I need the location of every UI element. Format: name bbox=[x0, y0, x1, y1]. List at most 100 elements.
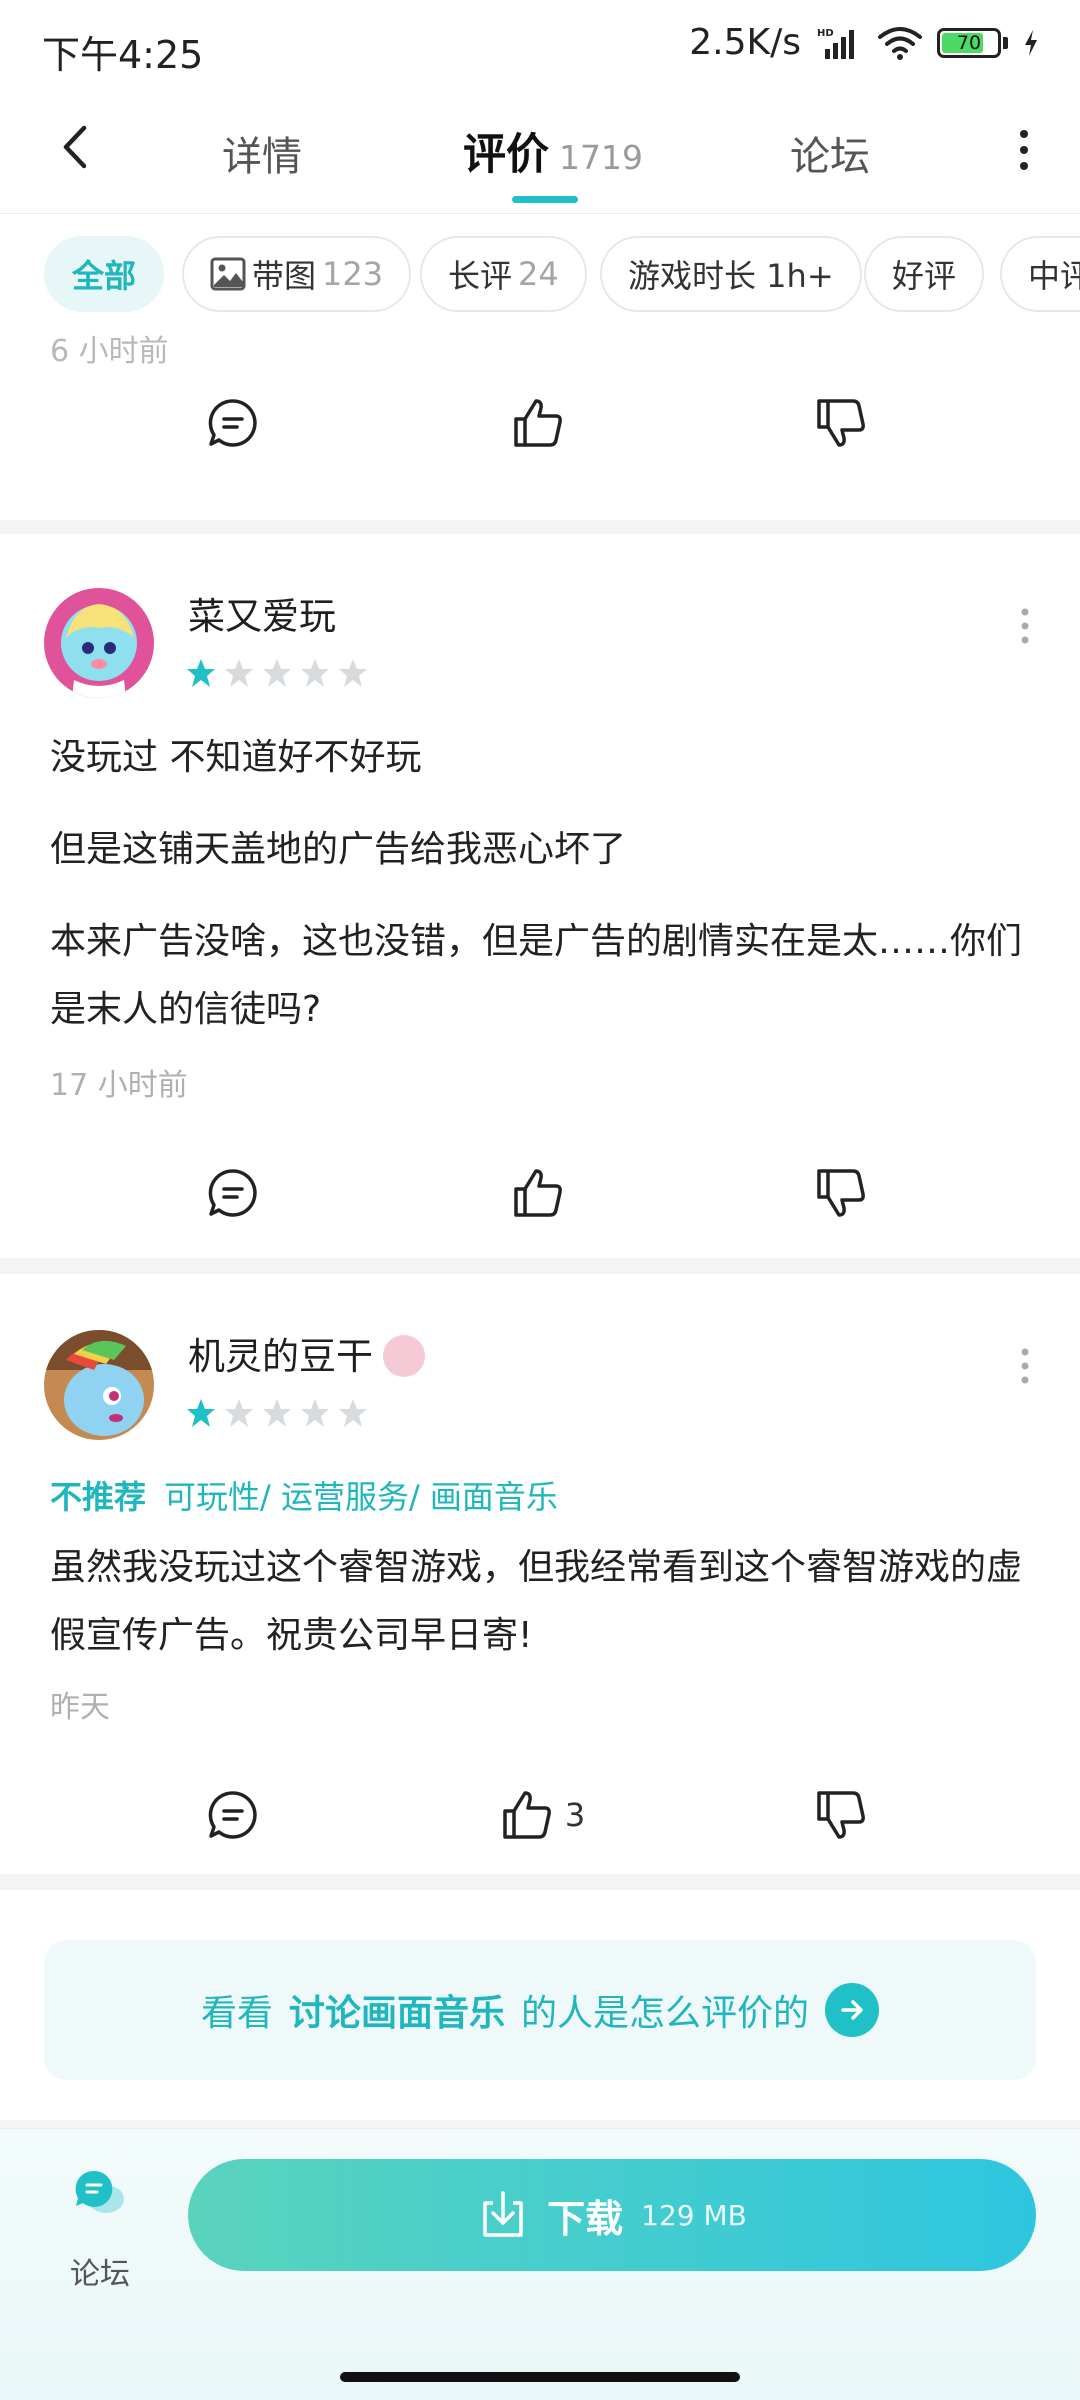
rating-stars bbox=[186, 1398, 368, 1428]
download-size: 129 MB bbox=[641, 2198, 747, 2232]
download-label: 下载 bbox=[547, 2196, 624, 2241]
avatar[interactable] bbox=[44, 1330, 154, 1440]
review-paragraph: 但是这铺天盖地的广告给我恶心坏了 bbox=[50, 829, 627, 870]
forum-label: 论坛 bbox=[70, 2257, 130, 2292]
avatar-image bbox=[44, 1330, 154, 1440]
forum-chat-icon bbox=[75, 2170, 124, 2213]
thumbs-up-icon bbox=[503, 1791, 551, 1839]
review-actions: 3 bbox=[0, 1770, 1080, 1860]
review-paragraph: 本来广告没啥，这也没错，但是广告的剧情实在是太……你们是末人的信徒吗? bbox=[50, 921, 1023, 1030]
star-icon bbox=[339, 659, 367, 687]
thumbs-down-icon bbox=[817, 399, 865, 447]
wifi-icon bbox=[878, 26, 922, 60]
review-count: 1719 bbox=[559, 138, 643, 177]
dislike-button[interactable] bbox=[808, 378, 874, 468]
username[interactable]: 菜又爱玩 bbox=[188, 586, 336, 640]
status-icons: 2.5K/s HD 70 bbox=[689, 22, 1040, 63]
forum-button[interactable]: 论坛 bbox=[50, 2169, 150, 2292]
like-button[interactable] bbox=[505, 1148, 571, 1238]
filter-chip-label: 全部 bbox=[72, 257, 137, 295]
tab-reviews-label: 评价 bbox=[463, 130, 549, 180]
battery-tip bbox=[1003, 36, 1008, 49]
review-paragraph: 虽然我没玩过这个睿智游戏，但我经常看到这个睿智游戏的虚假宣传广告。祝贵公司早日寄… bbox=[50, 1547, 1023, 1656]
card-more-icon[interactable] bbox=[1018, 606, 1032, 646]
thumbs-up-icon bbox=[514, 399, 562, 447]
filter-chip-all[interactable]: 全部 bbox=[44, 236, 165, 312]
network-speed: 2.5K/s bbox=[689, 22, 801, 63]
star-icon bbox=[263, 1399, 291, 1427]
review-card: 机灵的豆干 不推荐 可玩性/ 运营服务/ 画面音乐 虽然我没玩过这个睿智游戏，但我… bbox=[0, 1274, 1080, 1874]
like-button[interactable] bbox=[505, 378, 571, 468]
battery-icon: 70 bbox=[937, 27, 1001, 58]
comment-button[interactable] bbox=[200, 1770, 266, 1860]
review-tags: 不推荐 可玩性/ 运营服务/ 画面音乐 bbox=[50, 1472, 558, 1518]
more-menu-icon[interactable] bbox=[1016, 128, 1032, 172]
review-body: 虽然我没玩过这个睿智游戏，但我经常看到这个睿智游戏的虚假宣传广告。祝贵公司早日寄… bbox=[50, 1534, 1030, 1694]
review-paragraph: 没玩过 不知道好不好玩 bbox=[50, 737, 422, 778]
comment-icon bbox=[208, 399, 257, 447]
active-tab-indicator bbox=[512, 196, 578, 203]
star-icon bbox=[225, 659, 253, 687]
username[interactable]: 机灵的豆干 bbox=[188, 1326, 425, 1380]
filter-chip-count: 24 bbox=[518, 255, 559, 293]
post-time: 昨天 bbox=[50, 1690, 110, 1725]
aspect-tags: 可玩性/ 运营服务/ 画面音乐 bbox=[164, 1478, 558, 1516]
review-card: 菜又爱玩 没玩过 不知道好不好玩 但是这铺天盖地的广告给我恶心坏了 本来广告没啥… bbox=[0, 534, 1080, 1258]
tab-reviews[interactable]: 评价 1719 bbox=[463, 120, 643, 182]
thumbs-up-icon bbox=[514, 1169, 562, 1217]
bottom-bar: 论坛 下载 129 MB bbox=[0, 2128, 1080, 2400]
user-badge-icon bbox=[383, 1334, 425, 1377]
card-more-icon[interactable] bbox=[1018, 1346, 1032, 1386]
status-time: 下午4:25 bbox=[42, 33, 204, 77]
battery-percent: 70 bbox=[956, 31, 982, 54]
filter-chip-playtime[interactable]: 游戏时长 1h+ bbox=[600, 236, 862, 312]
comment-icon bbox=[208, 1791, 257, 1839]
comment-icon bbox=[208, 1169, 257, 1217]
username-text: 机灵的豆干 bbox=[188, 1335, 373, 1378]
filter-chip-label: 带图 bbox=[252, 257, 317, 295]
filter-chip-count: 123 bbox=[322, 255, 384, 293]
rating-stars bbox=[186, 658, 368, 688]
avatar-image bbox=[44, 588, 154, 698]
comment-button[interactable] bbox=[200, 1148, 266, 1238]
suggest-topic: 讨论画面音乐 bbox=[288, 1993, 505, 2034]
post-time: 6 小时前 bbox=[50, 334, 169, 369]
avatar[interactable] bbox=[44, 588, 154, 698]
suggest-prefix: 看看 bbox=[200, 1993, 273, 2034]
star-icon bbox=[187, 1399, 215, 1427]
like-button[interactable]: 3 bbox=[492, 1770, 592, 1860]
filter-chip-long-review[interactable]: 长评 24 bbox=[420, 236, 587, 312]
thumbs-down-icon bbox=[817, 1791, 865, 1839]
home-indicator[interactable] bbox=[340, 2372, 740, 2382]
download-button[interactable]: 下载 129 MB bbox=[188, 2159, 1036, 2271]
filter-chip-label: 中评 bbox=[1028, 257, 1080, 295]
image-icon bbox=[210, 257, 246, 291]
star-icon bbox=[301, 1399, 329, 1427]
filter-chip-with-images[interactable]: 带图 123 bbox=[182, 236, 412, 312]
suggest-suffix: 的人是怎么评价的 bbox=[521, 1993, 810, 2034]
star-icon bbox=[339, 1399, 367, 1427]
post-time: 17 小时前 bbox=[50, 1068, 188, 1103]
filter-chip-label: 游戏时长 1h+ bbox=[628, 257, 834, 295]
filter-row: 全部 带图 123 长评 24 游戏时长 1h+ 好评 中评 bbox=[0, 214, 1080, 334]
suggest-banner[interactable]: 看看 讨论画面音乐 的人是怎么评价的 bbox=[44, 1940, 1036, 2080]
status-bar: 下午4:25 2.5K/s HD 70 bbox=[0, 0, 1080, 96]
star-icon bbox=[301, 659, 329, 687]
filter-chip-positive[interactable]: 好评 bbox=[864, 236, 985, 312]
arrow-right-icon bbox=[825, 1983, 880, 2037]
dislike-button[interactable] bbox=[808, 1148, 874, 1238]
tab-forum[interactable]: 论坛 bbox=[790, 124, 870, 182]
hd-signal-icon: HD bbox=[817, 28, 854, 59]
filter-chip-label: 长评 bbox=[448, 257, 513, 295]
comment-button[interactable] bbox=[200, 378, 266, 468]
download-icon bbox=[483, 2191, 523, 2237]
filter-chip-neutral[interactable]: 中评 bbox=[1000, 236, 1080, 312]
filter-chip-label: 好评 bbox=[892, 257, 957, 295]
back-arrow-icon[interactable] bbox=[52, 122, 102, 172]
thumbs-down-icon bbox=[817, 1169, 865, 1217]
star-icon bbox=[187, 659, 215, 687]
review-card-partial: 6 小时前 bbox=[0, 334, 1080, 520]
tab-details[interactable]: 详情 bbox=[222, 124, 302, 182]
dislike-button[interactable] bbox=[808, 1770, 874, 1860]
star-icon bbox=[263, 659, 291, 687]
